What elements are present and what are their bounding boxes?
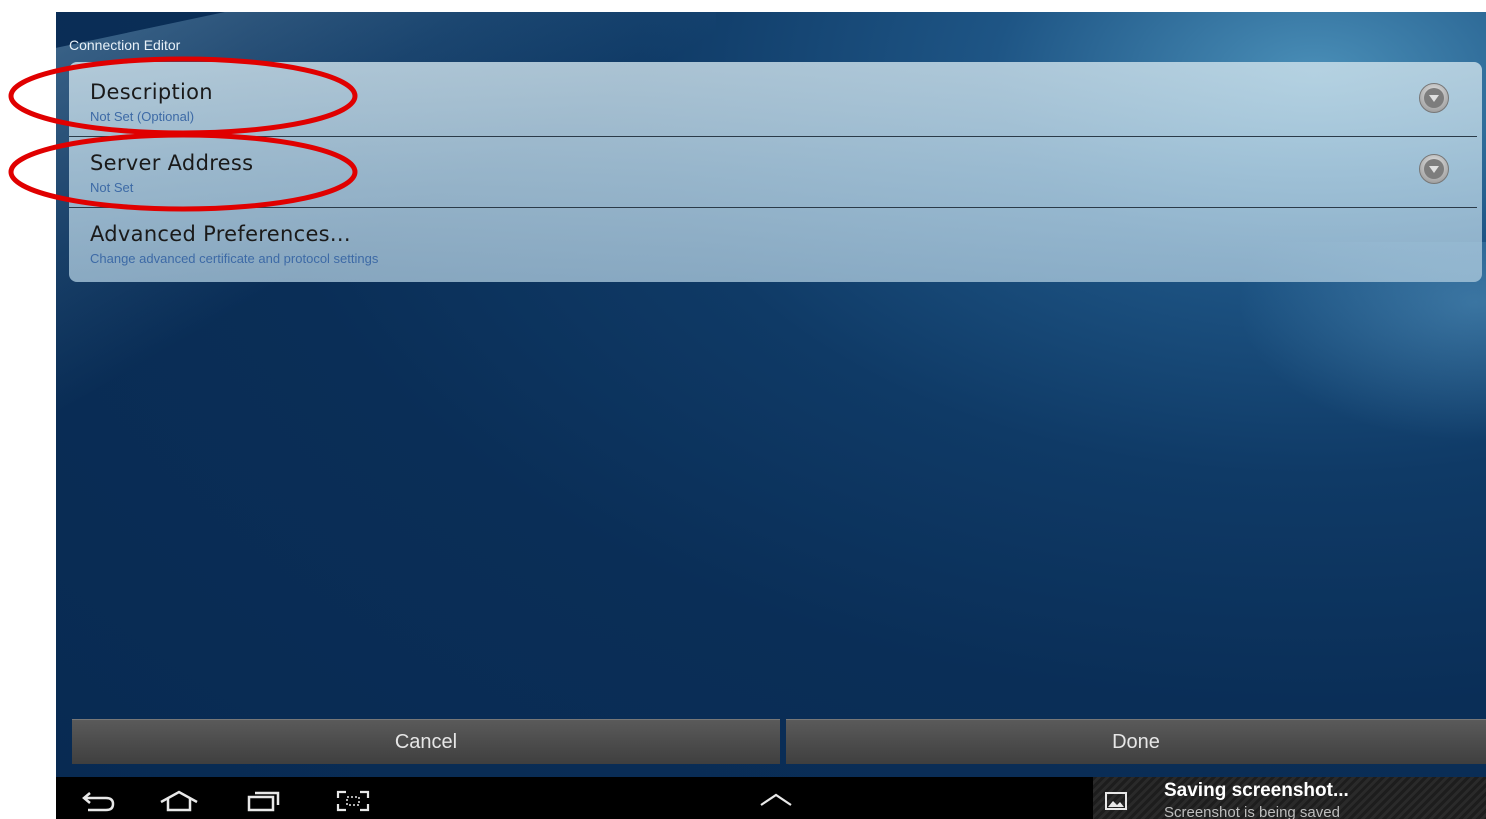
page-title: Connection Editor — [69, 37, 181, 53]
expand-up-icon[interactable] — [759, 793, 793, 807]
setting-advanced-preferences[interactable]: Advanced Preferences... Change advanced … — [69, 204, 1482, 275]
app-window: Connection Editor Description Not Set (O… — [56, 12, 1486, 819]
settings-list: Description Not Set (Optional) Server Ad… — [69, 62, 1482, 282]
recent-apps-icon[interactable] — [247, 790, 281, 812]
setting-description-label: Description — [90, 80, 213, 104]
setting-description-value: Not Set (Optional) — [90, 109, 195, 124]
setting-server-address-value: Not Set — [90, 180, 134, 195]
screenshot-notification[interactable]: Saving screenshot... Screenshot is being… — [1093, 777, 1486, 819]
setting-advanced-preferences-description: Change advanced certificate and protocol… — [90, 251, 379, 266]
chevron-down-circle-icon[interactable] — [1419, 83, 1449, 113]
chevron-down-circle-icon[interactable] — [1419, 154, 1449, 184]
setting-advanced-preferences-label: Advanced Preferences... — [90, 222, 351, 246]
setting-server-address-label: Server Address — [90, 151, 254, 175]
system-navigation-bar: Saving screenshot... Screenshot is being… — [56, 777, 1486, 819]
setting-description[interactable]: Description Not Set (Optional) — [69, 62, 1482, 133]
image-icon — [1105, 792, 1127, 810]
screenshot-icon[interactable] — [336, 790, 370, 812]
cancel-button[interactable]: Cancel — [72, 719, 780, 764]
notification-title: Saving screenshot... — [1164, 780, 1349, 801]
done-button[interactable]: Done — [786, 719, 1486, 764]
setting-server-address[interactable]: Server Address Not Set — [69, 133, 1482, 204]
home-icon[interactable] — [159, 790, 199, 812]
notification-subtitle: Screenshot is being saved — [1164, 804, 1340, 819]
back-icon[interactable] — [82, 790, 116, 812]
